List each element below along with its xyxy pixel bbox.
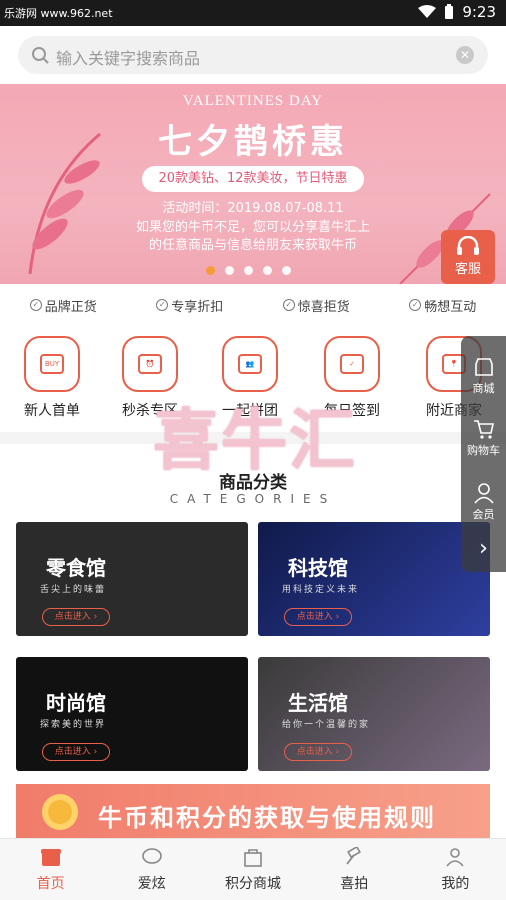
float-label: 商城 <box>472 382 495 395</box>
feature-label: 惊喜拒货 <box>297 299 350 315</box>
tab-home[interactable]: 首页 <box>0 839 101 900</box>
enter-button[interactable]: 点击进入 › <box>284 743 352 761</box>
clock-icon: ⏰ <box>138 354 162 374</box>
wifi-icon <box>418 5 437 18</box>
carousel-dot[interactable] <box>206 266 215 275</box>
feature-label: 品牌正货 <box>44 299 97 315</box>
tile-title: 时尚馆 <box>46 691 106 715</box>
banner-line1: 如果您的牛币不足，您可以分享喜牛汇上 <box>135 220 370 235</box>
banner-title: 七夕鹊桥惠 <box>158 122 348 162</box>
tab-label: 我的 <box>441 876 470 892</box>
float-label: 购物车 <box>467 444 500 457</box>
user-icon <box>446 848 465 867</box>
tab-show[interactable]: 爱炫 <box>101 839 202 900</box>
feature-item: ✓ 惊喜拒货 <box>282 296 350 315</box>
gavel-icon <box>346 847 362 865</box>
floating-side-menu: 商城 购物车 会员 › <box>461 336 506 572</box>
group-icon: 👥 <box>238 354 262 374</box>
tile-subtitle: 用科技定义未来 <box>282 585 360 595</box>
check-icon: ✓ <box>409 299 422 311</box>
carousel-dot[interactable] <box>244 266 253 275</box>
bull-icon: BUY <box>24 336 80 392</box>
brand-watermark: 喜牛汇 <box>153 402 357 479</box>
check-icon: ✓ <box>29 299 42 311</box>
user-icon <box>473 483 494 504</box>
tab-points-mall[interactable]: 积分商城 <box>202 839 303 900</box>
banner-time: 活动时间：2019.08.07-08.11 <box>162 201 344 216</box>
float-mall[interactable]: 商城 <box>461 356 506 396</box>
banner-en-title: VALENTINES DAY <box>182 93 324 109</box>
kefu-label: 客服 <box>454 262 481 277</box>
tile-tech[interactable]: 科技馆 用科技定义未来 点击进入 › <box>258 522 490 636</box>
enter-button[interactable]: 点击进入 › <box>284 608 352 626</box>
section-subtitle: CATEGORIES <box>169 492 337 506</box>
feature-item: ✓ 品牌正货 <box>29 296 97 315</box>
bull-icon: 👥 <box>222 336 278 392</box>
tile-title: 零食馆 <box>46 556 106 580</box>
tab-auction[interactable]: 喜拍 <box>304 839 405 900</box>
chat-icon <box>141 848 162 864</box>
banner-line2: 的任意商品与信息给朋友来获取牛币 <box>148 238 357 253</box>
tab-label: 爱炫 <box>137 876 166 892</box>
clock: 9:23 <box>462 3 496 21</box>
bull-icon: ⏰ <box>122 336 178 392</box>
tile-title: 科技馆 <box>288 556 348 580</box>
tile-title: 生活馆 <box>288 691 348 715</box>
search-icon <box>32 47 49 64</box>
float-label: 会员 <box>472 508 495 521</box>
feature-label: 专享折扣 <box>171 299 224 315</box>
status-bar: 乐游网 www.962.net 9:23 <box>0 0 506 26</box>
customer-service-button[interactable]: 客服 <box>441 230 495 284</box>
tile-subtitle: 给你一个温馨的家 <box>282 720 371 730</box>
home-icon <box>40 849 61 866</box>
tile-life[interactable]: 生活馆 给你一个温馨的家 点击进入 › <box>258 657 490 771</box>
watermark-text: 乐游网 www.962.net <box>4 7 113 20</box>
search-input[interactable]: 输入关键字搜索商品 ✕ <box>18 36 488 74</box>
tab-label: 积分商城 <box>225 876 281 892</box>
status-right: 9:23 <box>418 3 496 21</box>
shop-icon <box>474 358 493 376</box>
search-placeholder: 输入关键字搜索商品 <box>56 49 201 68</box>
promo-banner[interactable]: VALENTINES DAY 七夕鹊桥惠 20款美钻、12款美妆，节日特惠 活动… <box>0 84 506 284</box>
banner-pill: 20款美钻、12款美妆，节日特惠 <box>142 166 364 192</box>
rules-banner-text: 牛币和积分的获取与使用规则 <box>98 804 436 832</box>
check-icon: ✓ <box>282 299 295 311</box>
calendar-icon: ✓ <box>340 354 364 374</box>
feature-item: ✓ 畅想互动 <box>409 296 476 315</box>
tile-fashion[interactable]: 时尚馆 探索美的世界 点击进入 › <box>16 657 248 771</box>
buy-icon: BUY <box>40 354 64 374</box>
tile-subtitle: 探索美的世界 <box>40 720 107 730</box>
feature-label: 畅想互动 <box>424 299 477 315</box>
chevron-right-icon[interactable]: › <box>461 536 506 561</box>
headset-icon <box>457 236 479 255</box>
enter-button[interactable]: 点击进入 › <box>42 608 110 626</box>
tile-snack[interactable]: 零食馆 舌尖上的味蕾 点击进入 › <box>16 522 248 636</box>
bag-icon <box>244 849 262 867</box>
carousel-dot[interactable] <box>282 266 291 275</box>
rules-banner[interactable]: 牛币和积分的获取与使用规则 <box>16 784 490 838</box>
carousel-dots[interactable] <box>206 266 291 275</box>
tile-subtitle: 舌尖上的味蕾 <box>40 585 107 595</box>
carousel-dot[interactable] <box>263 266 272 275</box>
entry-label: 新人首单 <box>24 403 80 419</box>
float-cart[interactable]: 购物车 <box>461 418 506 458</box>
feature-strip: ✓ 品牌正货 ✓ 专享折扣 ✓ 惊喜拒货 ✓ 畅想互动 <box>0 286 506 324</box>
feature-item: ✓ 专享折扣 <box>156 296 223 315</box>
bottom-tab-bar: 首页 爱炫 积分商城 喜拍 我的 <box>0 838 506 900</box>
bull-icon: ✓ <box>324 336 380 392</box>
tab-mine[interactable]: 我的 <box>405 839 506 900</box>
entry-new-user[interactable]: BUY 新人首单 <box>12 336 92 420</box>
carousel-dot[interactable] <box>225 266 234 275</box>
float-member[interactable]: 会员 <box>461 482 506 522</box>
enter-button[interactable]: 点击进入 › <box>42 743 110 761</box>
coin-icon <box>42 794 78 830</box>
clear-icon[interactable]: ✕ <box>456 46 474 64</box>
tab-label: 首页 <box>36 876 65 892</box>
check-icon: ✓ <box>156 299 169 311</box>
cart-icon <box>473 420 494 439</box>
tab-label: 喜拍 <box>340 876 369 892</box>
search-bar: 输入关键字搜索商品 ✕ <box>0 26 506 84</box>
battery-icon <box>445 4 454 19</box>
